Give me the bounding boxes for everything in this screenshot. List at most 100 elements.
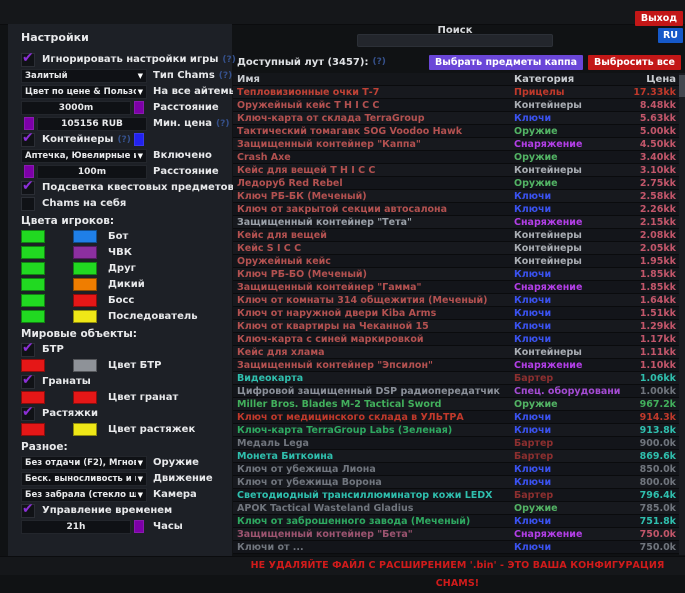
item-distance-color-swatch[interactable]: [134, 101, 144, 114]
loot-row[interactable]: Цифровой защищенный DSP радиопередатчикС…: [233, 385, 679, 398]
follower-color-swatch-2[interactable]: [73, 310, 97, 323]
quest-highlight-checkbox[interactable]: [21, 181, 35, 195]
containers-checkbox[interactable]: [21, 133, 35, 147]
loot-row[interactable]: Оружейный кейс T H I C CКонтейнеры8.48kk: [233, 99, 679, 112]
loot-row[interactable]: Тактический томагавк SOG Voodoo HawkОруж…: [233, 125, 679, 138]
loot-row[interactable]: Ключ от комнаты 314 общежития (Меченый)К…: [233, 294, 679, 307]
boss-color-label: Босс: [108, 295, 134, 306]
friend-color-swatch-2[interactable]: [73, 262, 97, 275]
containers-label: Контейнеры: [42, 134, 113, 145]
chams-type-label: Тип Chams: [153, 70, 215, 81]
loot-row[interactable]: Ключ РБ-БО (Меченый)Ключи1.85kk: [233, 268, 679, 281]
grenade-color-swatch-1[interactable]: [21, 391, 45, 404]
loot-row[interactable]: Ключ-карта с синей маркировкойКлючи1.17k…: [233, 333, 679, 346]
loot-row[interactable]: Ключ от убежища ВоронаКлючи800.0k: [233, 476, 679, 489]
camera-mode-select[interactable]: Без забрала (стекло шлема)▼: [21, 488, 147, 502]
btr-checkbox[interactable]: [21, 343, 35, 357]
language-button[interactable]: RU: [658, 28, 683, 43]
movement-mode-select[interactable]: Беск. выносливость и нет уста▼: [21, 472, 147, 486]
tripwires-checkbox[interactable]: [21, 407, 35, 421]
loot-item-name: Защищенный контейнер "Бета": [237, 529, 514, 540]
hours: Часы: [21, 520, 226, 533]
drop-all-button[interactable]: Выбросить все: [588, 55, 681, 70]
weapon-mode-select[interactable]: Без отдачи (F2), Мгновенное п▼: [21, 456, 147, 470]
loot-filter-value: Аптечка, Ювелирные и...: [25, 151, 136, 161]
loot-row[interactable]: Ключ от заброшенного завода (Меченый)Клю…: [233, 515, 679, 528]
chams-self-checkbox[interactable]: [21, 197, 35, 211]
loot-item-price: 1.51kk: [620, 308, 676, 319]
min-price-color-swatch[interactable]: [24, 117, 34, 130]
chams-type-select[interactable]: Залитый▼: [21, 69, 147, 83]
loot-row[interactable]: Кейс S I C CКонтейнеры2.05kk: [233, 242, 679, 255]
pmc-color-swatch-2[interactable]: [73, 246, 97, 259]
loot-row[interactable]: Ключ от медицинского склада в УЛЬТРАКлюч…: [233, 411, 679, 424]
bot-color-swatch-1[interactable]: [21, 230, 45, 243]
loot-row[interactable]: Кейс для хламаКонтейнеры1.11kk: [233, 346, 679, 359]
loot-row[interactable]: Защищенный контейнер "Бета"Снаряжение750…: [233, 528, 679, 541]
ignore-game-settings-checkbox[interactable]: [21, 53, 35, 67]
loot-row[interactable]: Кейс для вещейКонтейнеры2.08kk: [233, 229, 679, 242]
loot-row[interactable]: Ключ от наружной двери Kiba ArmsКлючи1.5…: [233, 307, 679, 320]
chams-type-value: Залитый: [25, 71, 68, 81]
min-price-input[interactable]: [37, 117, 147, 131]
time-control-checkbox[interactable]: [21, 504, 35, 518]
boss-color-swatch-1[interactable]: [21, 294, 45, 307]
loot-item-price: 2.58kk: [620, 191, 676, 202]
btr-color-swatch-1[interactable]: [21, 359, 45, 372]
loot-filter-select[interactable]: Аптечка, Ювелирные и...▼: [21, 149, 147, 163]
loot-row[interactable]: Ледоруб Red RebelОружие2.75kk: [233, 177, 679, 190]
loot-row[interactable]: ВидеокартаБартер1.06kk: [233, 372, 679, 385]
loot-row[interactable]: Кейс для вещей T H I C CКонтейнеры3.10kk: [233, 164, 679, 177]
item-distance: Расстояние: [21, 101, 226, 114]
pmc-color-swatch-1[interactable]: [21, 246, 45, 259]
friend-color-swatch-1[interactable]: [21, 262, 45, 275]
loot-row[interactable]: Miller Bros. Blades M-2 Tactical SwordОр…: [233, 398, 679, 411]
container-distance-color-swatch[interactable]: [24, 165, 34, 178]
loot-row[interactable]: Светодиодный трансиллюминатор кожи LEDXБ…: [233, 489, 679, 502]
select-kappa-items-button[interactable]: Выбрать предметы каппа: [429, 55, 583, 70]
scav-color-swatch-2[interactable]: [73, 278, 97, 291]
loot-row[interactable]: Защищенный контейнер "Гамма"Снаряжение1.…: [233, 281, 679, 294]
misc-header: Разное:: [21, 440, 226, 453]
chevron-down-icon: ▼: [138, 491, 143, 499]
grenade-color-swatch-2[interactable]: [73, 391, 97, 404]
item-distance-input[interactable]: [21, 101, 131, 115]
loot-row[interactable]: Монета БиткоинаБартер869.6k: [233, 450, 679, 463]
loot-row[interactable]: Защищенный контейнер "Каппа"Снаряжение4.…: [233, 138, 679, 151]
tripwire-color-swatch-2[interactable]: [73, 423, 97, 436]
loot-row[interactable]: Защищенный контейнер "Эпсилон"Снаряжение…: [233, 359, 679, 372]
container-distance-input[interactable]: [37, 165, 147, 179]
loot-row[interactable]: APOK Tactical Wasteland GladiusОружие785…: [233, 502, 679, 515]
loot-row[interactable]: Ключ РБ-БК (Меченый)Ключи2.58kk: [233, 190, 679, 203]
loot-row[interactable]: Оружейный кейсКонтейнеры1.95kk: [233, 255, 679, 268]
tripwire-color-swatch-1[interactable]: [21, 423, 45, 436]
loot-row[interactable]: Ключ от убежища ЛионаКлючи850.0k: [233, 463, 679, 476]
loot-row[interactable]: Ключ от квартиры на Чеканной 15Ключи1.29…: [233, 320, 679, 333]
loot-item-price: 1.95kk: [620, 256, 676, 267]
bot-color-swatch-2[interactable]: [73, 230, 97, 243]
color-mode-select[interactable]: Цвет по цене & Пользователь▼: [21, 85, 147, 99]
hours-label: Часы: [153, 521, 183, 532]
loot-scrollbar[interactable]: [679, 73, 685, 555]
btr-color-swatch-2[interactable]: [73, 359, 97, 372]
follower-color-swatch-1[interactable]: [21, 310, 45, 323]
search-input[interactable]: [357, 34, 553, 47]
hours-input[interactable]: [21, 520, 131, 534]
chevron-down-icon: ▼: [138, 88, 143, 96]
loot-row[interactable]: Ключи от ...Ключи750.0k: [233, 541, 679, 554]
boss-color-swatch-2[interactable]: [73, 294, 97, 307]
loot-row[interactable]: Ключ-карта от склада TerraGroupКлючи5.63…: [233, 112, 679, 125]
scav-color-swatch-1[interactable]: [21, 278, 45, 291]
loot-row[interactable]: Ключ от закрытой секции автосалонаКлючи2…: [233, 203, 679, 216]
loot-row[interactable]: Защищенный контейнер "Тета"Снаряжение2.1…: [233, 216, 679, 229]
exit-button[interactable]: Выход: [635, 11, 683, 26]
loot-row[interactable]: Медаль LegaБартер900.0k: [233, 437, 679, 450]
loot-row[interactable]: Ключ-карта TerraGroup Labs (Зеленая)Ключ…: [233, 424, 679, 437]
containers-color-swatch[interactable]: [134, 133, 144, 146]
loot-item-price: 1.00kk: [620, 386, 676, 397]
grenades-checkbox[interactable]: [21, 375, 35, 389]
hours-color-swatch[interactable]: [134, 520, 144, 533]
scrollbar-thumb[interactable]: [679, 75, 685, 97]
loot-row[interactable]: Тепловизионные очки Т-7Прицелы17.33kk: [233, 86, 679, 99]
loot-row[interactable]: Crash AxeОружие3.40kk: [233, 151, 679, 164]
